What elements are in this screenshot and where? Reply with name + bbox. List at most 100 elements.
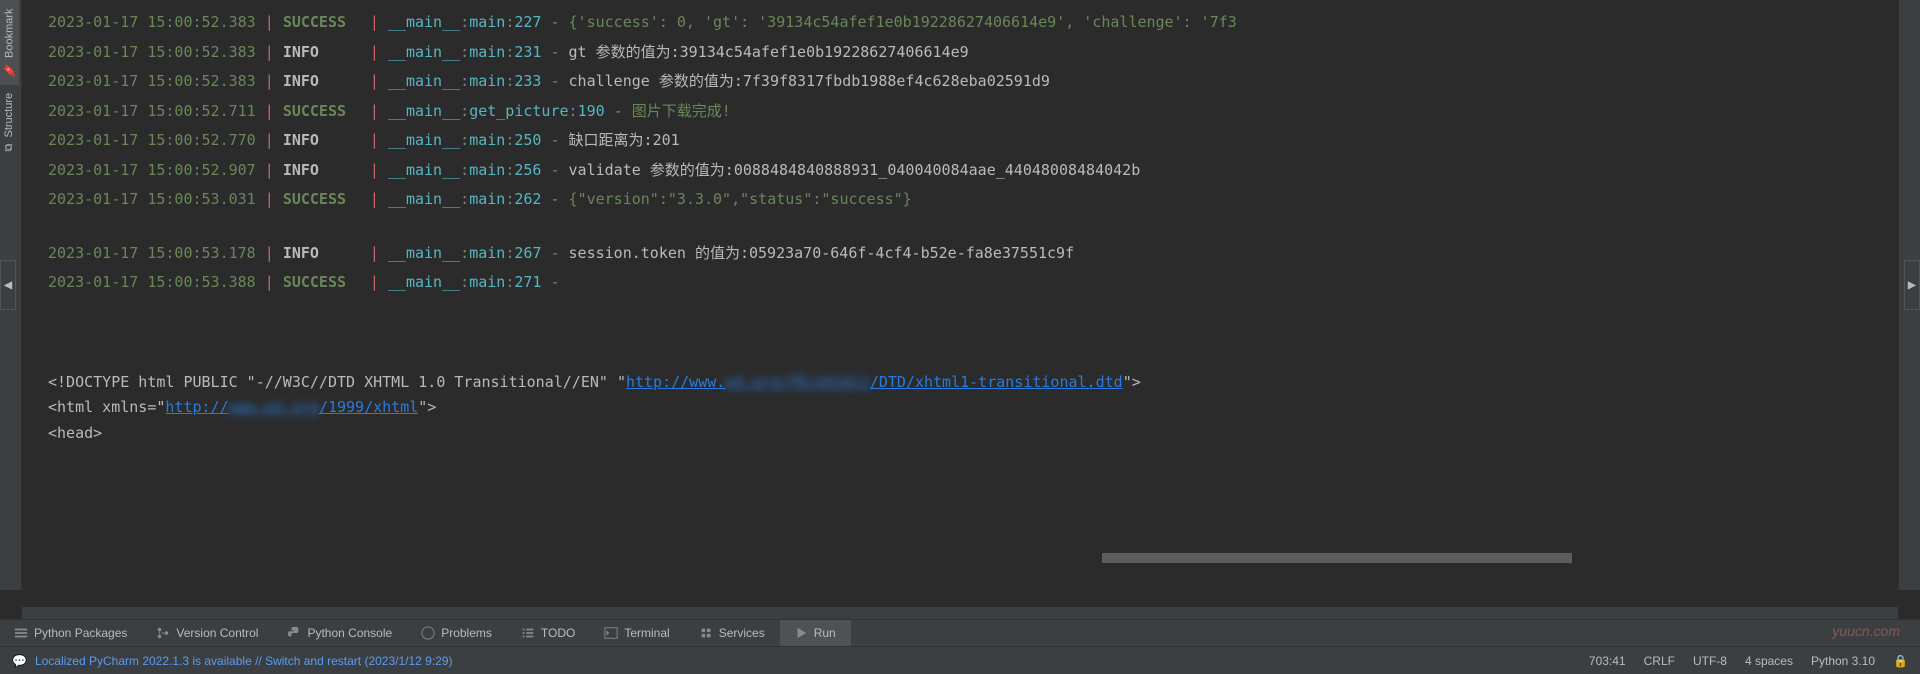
log-line: 2023-01-17 15:00:53.178 | INFO | __main_… — [0, 239, 1920, 269]
tab-python-console[interactable]: Python Console — [273, 620, 407, 646]
status-notification[interactable]: Localized PyCharm 2022.1.3 is available … — [35, 654, 453, 668]
log-module: __main__ — [388, 273, 460, 291]
lock-icon[interactable]: 🔒 — [1893, 654, 1908, 668]
chevron-right-icon: ▶ — [1908, 277, 1916, 293]
log-lineno: 190 — [578, 102, 605, 120]
log-timestamp: 2023-01-17 15:00:53.388 — [48, 273, 256, 291]
services-icon — [699, 626, 713, 640]
log-level: INFO — [283, 131, 319, 149]
log-message: 缺口距离为:201 — [569, 131, 680, 149]
log-timestamp: 2023-01-17 15:00:52.383 — [48, 43, 256, 61]
log-line: 2023-01-17 15:00:52.383 | INFO | __main_… — [0, 67, 1920, 97]
log-lineno: 262 — [514, 190, 541, 208]
watermark-text: yuucn.com — [1832, 623, 1900, 639]
horizontal-scrollbar-track[interactable] — [22, 607, 1898, 619]
log-lineno: 250 — [514, 131, 541, 149]
tab-label: Python Packages — [34, 626, 127, 640]
log-timestamp: 2023-01-17 15:00:53.178 — [48, 244, 256, 262]
log-module: __main__ — [388, 102, 460, 120]
log-message: session.token 的值为:05923a70-646f-4cf4-b52… — [569, 244, 1075, 262]
log-lineno: 256 — [514, 161, 541, 179]
log-level: INFO — [283, 72, 319, 90]
log-message: gt 参数的值为:39134c54afef1e0b19228627406614e… — [569, 43, 969, 61]
log-lineno: 227 — [514, 13, 541, 31]
log-line: 2023-01-17 15:00:53.031 | SUCCESS | __ma… — [0, 185, 1920, 215]
log-function: main — [469, 131, 505, 149]
tab-version-control[interactable]: Version Control — [142, 620, 273, 646]
log-line: 2023-01-17 15:00:52.383 | SUCCESS | __ma… — [0, 8, 1920, 38]
log-line: 2023-01-17 15:00:52.907 | INFO | __main_… — [0, 156, 1920, 186]
tab-problems[interactable]: Problems — [407, 620, 507, 646]
log-function: main — [469, 43, 505, 61]
log-timestamp: 2023-01-17 15:00:52.383 — [48, 72, 256, 90]
log-function: main — [469, 273, 505, 291]
bottom-tool-tabs: Python Packages Version Control Python Con… — [0, 619, 1920, 646]
log-level: SUCCESS — [283, 190, 346, 208]
log-timestamp: 2023-01-17 15:00:52.711 — [48, 102, 256, 120]
notification-icon[interactable]: 💬 — [12, 654, 27, 668]
horizontal-scrollbar-thumb[interactable] — [1102, 553, 1572, 563]
log-lineno: 233 — [514, 72, 541, 90]
structure-tool-tab[interactable]: ⧉ Structure — [0, 85, 18, 160]
structure-tab-label: Structure — [3, 93, 15, 138]
html-doctype-line: <!DOCTYPE html PUBLIC "-//W3C//DTD XHTML… — [0, 370, 1920, 396]
log-timestamp: 2023-01-17 15:00:52.770 — [48, 131, 256, 149]
log-function: main — [469, 13, 505, 31]
tab-label: TODO — [541, 626, 575, 640]
vcs-icon — [156, 626, 170, 640]
line-separator[interactable]: CRLF — [1644, 654, 1675, 668]
bookmark-tool-tab[interactable]: 🔖 Bookmark — [0, 0, 19, 85]
structure-icon: ⧉ — [3, 144, 15, 152]
log-line: 2023-01-17 15:00:53.388 | SUCCESS | __ma… — [0, 268, 1920, 298]
status-bar: 💬 Localized PyCharm 2022.1.3 is availabl… — [0, 646, 1920, 674]
log-line: 2023-01-17 15:00:52.711 | SUCCESS | __ma… — [0, 97, 1920, 127]
log-module: __main__ — [388, 190, 460, 208]
chevron-left-icon: ◀ — [4, 277, 12, 293]
problems-icon — [421, 626, 435, 640]
todo-icon — [521, 626, 535, 640]
log-timestamp: 2023-01-17 15:00:52.907 — [48, 161, 256, 179]
collapse-right-handle[interactable]: ▶ — [1904, 260, 1920, 310]
python-icon — [287, 626, 301, 640]
log-module: __main__ — [388, 131, 460, 149]
log-module: __main__ — [388, 43, 460, 61]
log-function: main — [469, 190, 505, 208]
html-head-line: <head> — [0, 421, 1920, 447]
log-level: SUCCESS — [283, 102, 346, 120]
log-timestamp: 2023-01-17 15:00:52.383 — [48, 13, 256, 31]
log-module: __main__ — [388, 161, 460, 179]
xmlns-url-link[interactable]: http://www.w3.org/1999/xhtml — [165, 398, 418, 416]
tab-label: Terminal — [624, 626, 669, 640]
tab-todo[interactable]: TODO — [507, 620, 590, 646]
tab-label: Services — [719, 626, 765, 640]
collapse-left-handle[interactable]: ◀ — [0, 260, 16, 310]
log-level: INFO — [283, 161, 319, 179]
dtd-url-link[interactable]: http://www.w3.org/TR/xhtml1/DTD/xhtml1-t… — [626, 373, 1123, 391]
log-level: SUCCESS — [283, 273, 346, 291]
log-level: SUCCESS — [283, 13, 346, 31]
console-output[interactable]: 2023-01-17 15:00:52.383 | SUCCESS | __ma… — [0, 0, 1920, 590]
log-lineno: 231 — [514, 43, 541, 61]
tab-services[interactable]: Services — [685, 620, 780, 646]
tab-python-packages[interactable]: Python Packages — [0, 620, 142, 646]
log-message: validate 参数的值为:0088484840888931_04004008… — [569, 161, 1141, 179]
tab-label: Python Console — [307, 626, 392, 640]
file-encoding[interactable]: UTF-8 — [1693, 654, 1727, 668]
log-function: main — [469, 161, 505, 179]
tab-run[interactable]: Run — [780, 620, 851, 646]
bookmark-icon: 🔖 — [3, 64, 16, 77]
html-open-line: <html xmlns="http://www.w3.org/1999/xhtm… — [0, 395, 1920, 421]
log-level: INFO — [283, 43, 319, 61]
run-icon — [794, 626, 808, 640]
caret-position[interactable]: 703:41 — [1589, 654, 1626, 668]
log-message: {'success': 0, 'gt': '39134c54afef1e0b19… — [569, 13, 1237, 31]
log-timestamp: 2023-01-17 15:00:53.031 — [48, 190, 256, 208]
log-message: challenge 参数的值为:7f39f8317fbdb1988ef4c628… — [569, 72, 1050, 90]
python-interpreter[interactable]: Python 3.10 — [1811, 654, 1875, 668]
tab-terminal[interactable]: Terminal — [590, 620, 684, 646]
log-lineno: 267 — [514, 244, 541, 262]
log-module: __main__ — [388, 72, 460, 90]
log-lineno: 271 — [514, 273, 541, 291]
indent-config[interactable]: 4 spaces — [1745, 654, 1793, 668]
log-line: 2023-01-17 15:00:52.770 | INFO | __main_… — [0, 126, 1920, 156]
